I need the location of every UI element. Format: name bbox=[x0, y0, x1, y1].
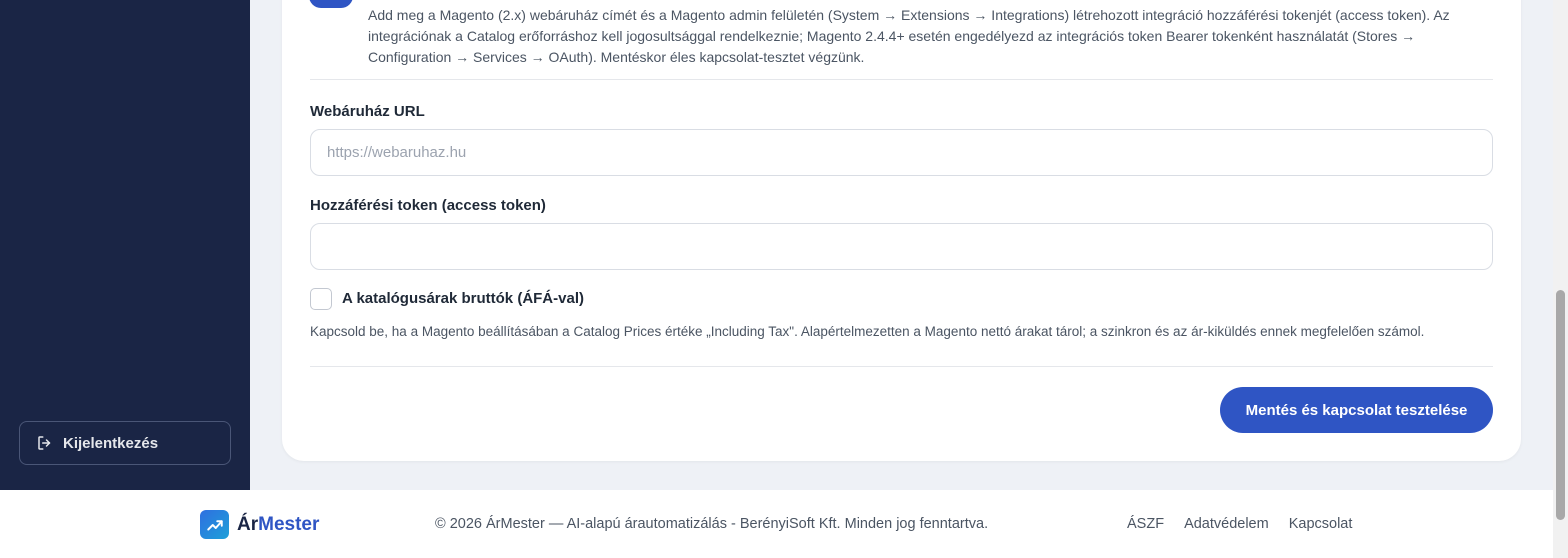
trend-chart-icon bbox=[200, 510, 229, 539]
scrollbar[interactable] bbox=[1553, 0, 1568, 558]
url-input[interactable] bbox=[310, 129, 1493, 176]
logout-button[interactable]: Kijelentkezés bbox=[19, 421, 231, 465]
logout-label: Kijelentkezés bbox=[63, 434, 159, 452]
brand-name: ÁrMester bbox=[237, 513, 320, 535]
gross-prices-label[interactable]: A katalógusárak bruttók (ÁFÁ-val) bbox=[342, 290, 584, 307]
footer-links: ÁSZF Adatvédelem Kapcsolat bbox=[1127, 516, 1352, 532]
token-input[interactable] bbox=[310, 223, 1493, 270]
footer-link-terms[interactable]: ÁSZF bbox=[1127, 516, 1164, 532]
gross-prices-checkbox[interactable] bbox=[310, 288, 332, 310]
integration-info-text: Add meg a Magento (2.x) webáruház címét … bbox=[368, 7, 1450, 65]
footer-link-privacy[interactable]: Adatvédelem bbox=[1184, 516, 1269, 532]
sidebar: Kijelentkezés bbox=[0, 0, 250, 490]
url-label: Webáruház URL bbox=[310, 103, 425, 120]
footer-logo[interactable]: ÁrMester bbox=[200, 510, 319, 539]
scrollbar-thumb[interactable] bbox=[1556, 290, 1565, 520]
integration-settings-card: Add meg a Magento (2.x) webáruház címét … bbox=[282, 0, 1521, 461]
info-icon bbox=[309, 0, 353, 8]
save-and-test-button[interactable]: Mentés és kapcsolat tesztelése bbox=[1220, 387, 1493, 433]
token-label: Hozzáférési token (access token) bbox=[310, 197, 546, 214]
logout-icon bbox=[36, 434, 54, 452]
footer-link-contact[interactable]: Kapcsolat bbox=[1289, 516, 1353, 532]
divider bbox=[310, 366, 1493, 367]
footer: ÁrMester © 2026 ÁrMester — AI-alapú árau… bbox=[0, 490, 1553, 558]
divider bbox=[310, 79, 1493, 80]
main-content: Add meg a Magento (2.x) webáruház címét … bbox=[250, 0, 1553, 490]
gross-prices-help-text: Kapcsold be, ha a Magento beállításában … bbox=[310, 324, 1425, 339]
copyright-text: © 2026 ÁrMester — AI-alapú árautomatizál… bbox=[435, 516, 989, 532]
